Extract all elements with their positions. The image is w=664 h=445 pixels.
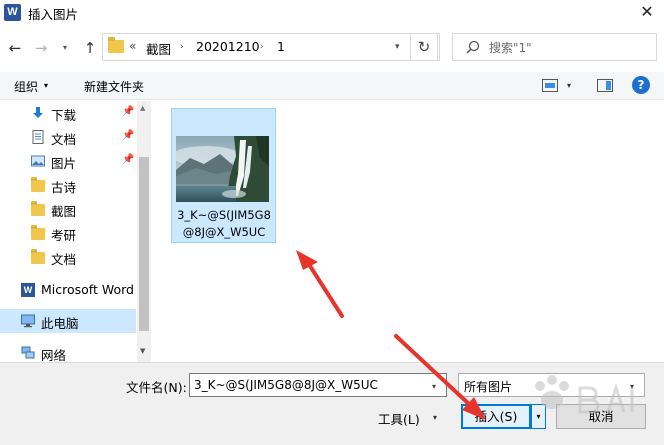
file-tile[interactable]: 3_K~@S(JIM5G8@8J@X_W5UC xyxy=(171,108,276,243)
back-button[interactable]: ← xyxy=(4,37,26,59)
change-view-icon[interactable] xyxy=(542,79,558,92)
up-button[interactable]: ↑ xyxy=(79,37,101,59)
sidebar-item-folder-documents[interactable]: 文档 xyxy=(0,245,136,269)
scroll-up-icon[interactable]: ▲ xyxy=(140,104,145,112)
sidebar-item-label: 文档 xyxy=(51,252,77,267)
search-icon xyxy=(466,40,480,54)
sidebar-item-label: 古诗 xyxy=(51,180,77,195)
word-app-icon: W xyxy=(4,4,21,21)
network-icon xyxy=(21,346,35,359)
tools-chevron-icon[interactable]: ▾ xyxy=(433,413,437,422)
image-thumbnail xyxy=(176,136,269,202)
close-button[interactable]: ✕ xyxy=(630,0,664,26)
breadcrumb-item[interactable]: 1 xyxy=(277,39,285,54)
sidebar-item-label: 网络 xyxy=(41,348,67,362)
search-input[interactable]: 搜索"1" xyxy=(452,33,657,61)
filename-input[interactable]: 3_K~@S(JIM5G8@8J@X_W5UC ▾ xyxy=(189,373,447,397)
sidebar-item-label: 图片 xyxy=(51,156,77,171)
refresh-button[interactable]: ↻ xyxy=(410,33,438,61)
computer-icon xyxy=(21,314,35,328)
view-options-chevron-icon[interactable]: ▾ xyxy=(567,81,571,90)
forward-button[interactable]: → xyxy=(30,37,52,59)
sidebar-item-downloads[interactable]: 下载 📌 xyxy=(0,101,136,125)
navigation-bar: ← → ▾ ↑ « 截图 › 20201210 › 1 ▾ ↻ 搜索"1" xyxy=(0,28,664,68)
breadcrumb-item[interactable]: 截图 xyxy=(146,39,171,58)
sidebar-item-label: 截图 xyxy=(51,204,77,219)
help-icon[interactable]: ? xyxy=(632,76,650,94)
pin-icon: 📌 xyxy=(122,106,135,117)
breadcrumb-separator-icon[interactable]: › xyxy=(180,42,184,52)
refresh-icon: ↻ xyxy=(417,38,431,56)
sidebar-item-pictures[interactable]: 图片 📌 xyxy=(0,149,136,173)
sidebar-item-folder-gushi[interactable]: 古诗 xyxy=(0,173,136,197)
arrow-left-icon: ← xyxy=(8,39,22,57)
folder-icon xyxy=(31,177,45,192)
file-type-value: 所有图片 xyxy=(464,380,513,394)
sidebar-item-folder-screenshots[interactable]: 截图 xyxy=(0,197,136,221)
breadcrumb-separator-icon[interactable]: › xyxy=(260,42,264,52)
sidebar-item-folder-kaoyan[interactable]: 考研 xyxy=(0,221,136,245)
folder-icon xyxy=(31,201,45,216)
pin-icon: 📌 xyxy=(122,130,135,141)
breadcrumb-item[interactable]: 20201210 xyxy=(196,39,260,54)
breadcrumb-overflow[interactable]: « xyxy=(129,39,136,53)
word-icon: W xyxy=(21,283,35,297)
pin-icon: 📌 xyxy=(122,154,135,165)
arrow-up-icon: ↑ xyxy=(83,39,97,57)
filename-value: 3_K~@S(JIM5G8@8J@X_W5UC xyxy=(194,378,378,392)
command-toolbar: 组织 ▾ 新建文件夹 ▾ ? xyxy=(0,72,664,100)
folder-icon xyxy=(31,249,45,264)
sidebar-item-label: 文档 xyxy=(51,132,77,147)
sidebar-item-this-pc[interactable]: 此电脑 xyxy=(0,309,136,333)
pictures-icon xyxy=(31,155,45,167)
sidebar-item-label: 考研 xyxy=(51,228,77,243)
tools-button[interactable]: 工具(L) xyxy=(378,409,420,428)
navigation-pane: 下载 📌 文档 📌 图片 📌 古诗 截图 考研 文档 W Microsoft W… xyxy=(0,101,151,362)
folder-icon xyxy=(31,225,45,240)
scrollbar-thumb[interactable] xyxy=(139,157,149,331)
new-folder-button[interactable]: 新建文件夹 xyxy=(84,78,144,95)
chevron-down-icon: ▾ xyxy=(62,43,67,52)
arrow-right-icon: → xyxy=(34,39,48,57)
preview-pane-icon[interactable] xyxy=(597,79,613,92)
recent-locations-button[interactable]: ▾ xyxy=(58,37,72,59)
file-list: 3_K~@S(JIM5G8@8J@X_W5UC xyxy=(152,101,664,362)
window-title: 插入图片 xyxy=(28,7,79,22)
scroll-down-icon[interactable]: ▼ xyxy=(140,347,145,355)
sidebar-item-microsoft-word[interactable]: W Microsoft Word xyxy=(0,278,136,302)
sidebar-item-label: 此电脑 xyxy=(41,316,79,331)
sidebar-item-documents[interactable]: 文档 📌 xyxy=(0,125,136,149)
address-dropdown-icon[interactable]: ▾ xyxy=(395,42,400,52)
file-name: 3_K~@S(JIM5G8@8J@X_W5UC xyxy=(177,208,271,239)
sidebar-item-network[interactable]: 网络 xyxy=(0,341,136,362)
search-placeholder: 搜索"1" xyxy=(489,41,532,55)
sidebar-item-label: 下载 xyxy=(51,108,77,123)
close-icon: ✕ xyxy=(640,2,654,21)
address-bar[interactable]: « 截图 › 20201210 › 1 ▾ xyxy=(102,33,440,61)
download-icon xyxy=(33,107,43,118)
document-icon xyxy=(32,130,44,144)
baidu-watermark-icon xyxy=(535,375,634,414)
filename-label: 文件名(N): xyxy=(126,380,187,395)
sidebar-scrollbar[interactable]: ▲ ▼ xyxy=(137,101,151,362)
organize-button[interactable]: 组织 xyxy=(14,78,38,95)
sidebar-item-label: Microsoft Word xyxy=(41,282,134,297)
chevron-down-icon[interactable]: ▾ xyxy=(432,382,436,391)
folder-icon xyxy=(108,37,124,53)
chevron-down-icon[interactable]: ▾ xyxy=(44,81,48,90)
title-bar: W 插入图片 ✕ xyxy=(0,0,664,26)
